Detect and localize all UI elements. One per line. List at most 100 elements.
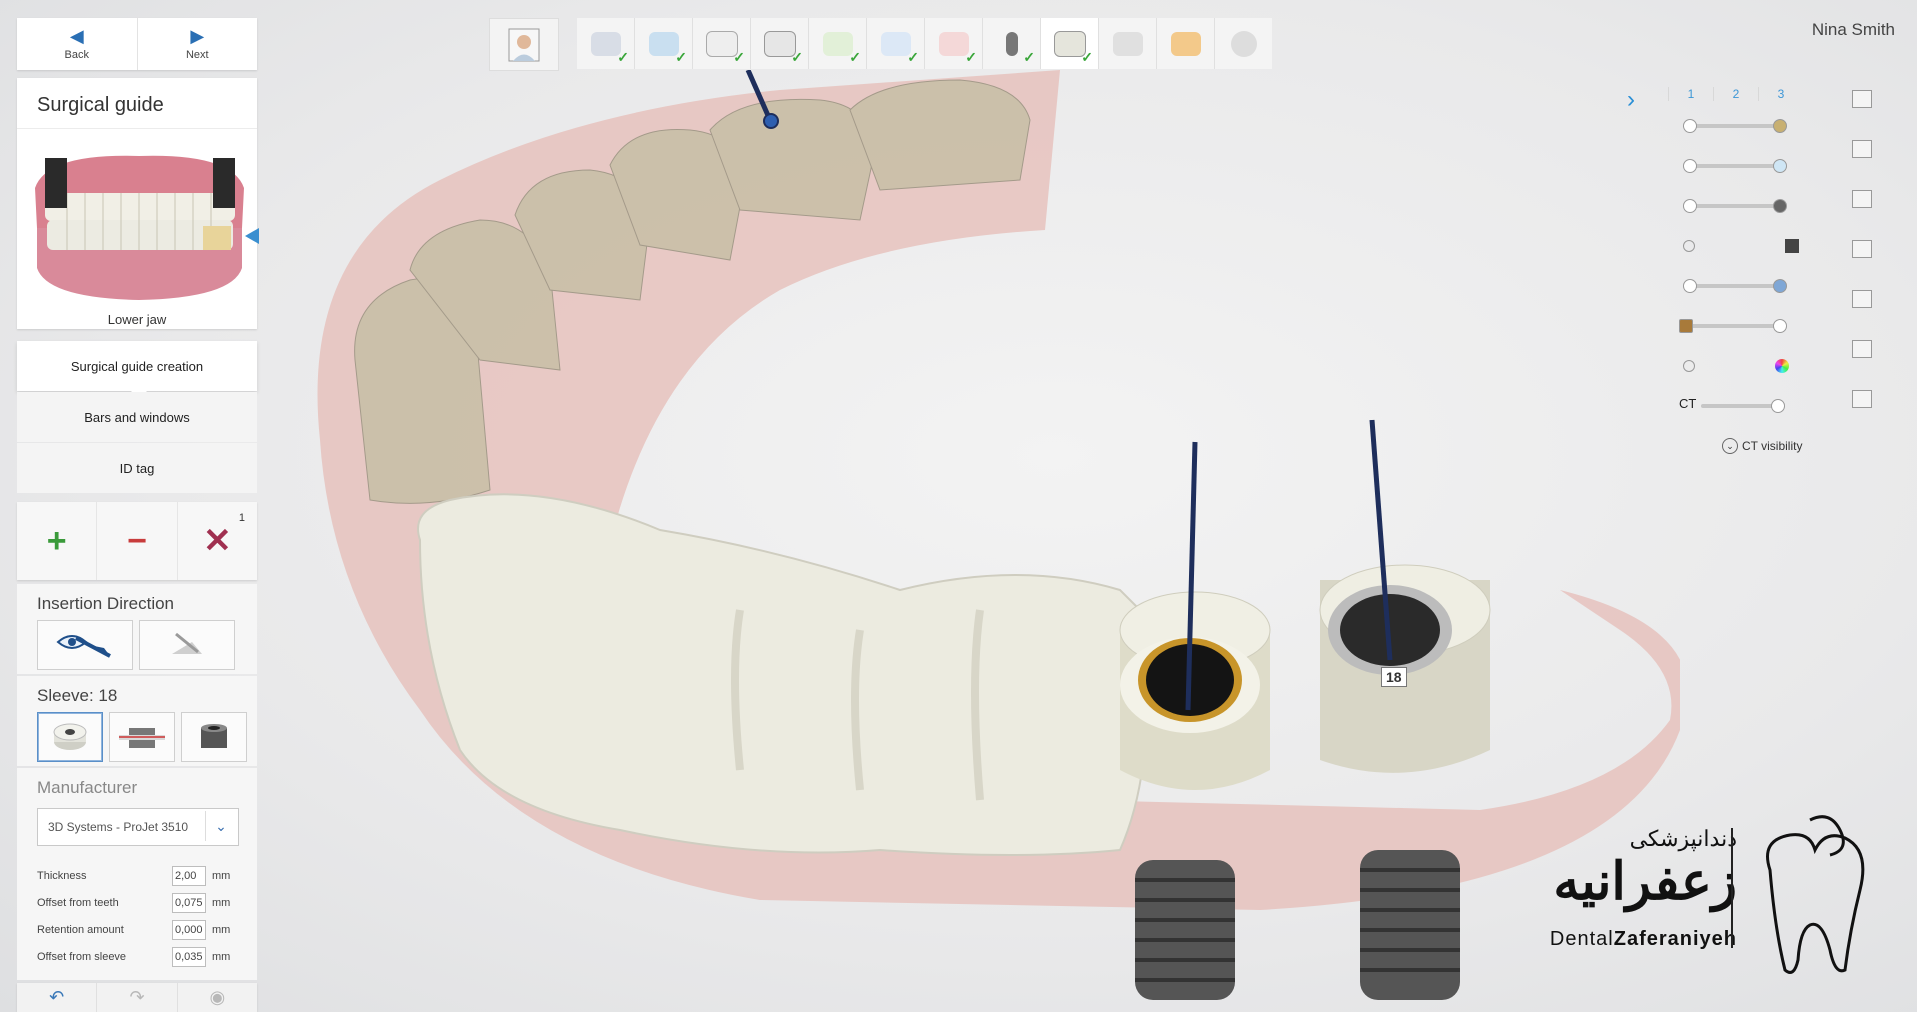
param-label: Thickness [37,869,87,882]
sleeve-title: Sleeve: 18 [37,686,118,705]
check-icon: ✓ [1023,49,1035,65]
ct-visibility-label: CT visibility [1742,439,1803,453]
manufacturer-select[interactable]: 3D Systems - ProJet 3510 ⌄ [37,808,239,846]
guide-tools: + − ✕ 1 [17,502,257,580]
insertion-direction-title: Insertion Direction [37,594,175,613]
param-unit: mm [212,950,231,963]
logo-divider [1731,828,1733,948]
manufacturer-value: 3D Systems - ProJet 3510 [48,820,189,834]
user-name[interactable]: Nina Smith [1812,20,1895,40]
cube-view-icon[interactable] [1852,290,1872,308]
undo-icon[interactable]: ↶ [17,983,96,1012]
chevron-down-icon: ⌄ [1722,438,1738,454]
param-row: Thickness 2,00 mm [17,862,257,889]
opacity-slider-implant[interactable] [1683,196,1787,216]
3d-viewport[interactable] [260,70,1680,1012]
align-icon [880,31,911,56]
step-id-tag[interactable]: ID tag [17,443,257,493]
export-icon [1112,31,1143,56]
cube-view-icon[interactable] [1852,240,1872,258]
cube-view-icon[interactable] [1852,90,1872,108]
workflow-toolbar: ✓ ✓ ✓ ✓ ✓ ✓ ✓ ✓ ✓ [577,18,1272,69]
workflow-step-scan[interactable]: ✓ [635,18,693,69]
sleeve-type-cylinder-button[interactable] [181,712,247,762]
manufacturer-section: Manufacturer 3D Systems - ProJet 3510 ⌄ … [17,768,257,980]
workflow-step-order[interactable]: ✓ [577,18,635,69]
remove-icon[interactable]: − [96,502,176,580]
implant-icon [1005,31,1018,56]
workflow-step-jaw[interactable]: ✓ [693,18,751,69]
patient-avatar[interactable] [489,18,559,71]
cube-view-icon[interactable] [1852,140,1872,158]
tab-3[interactable]: 3 [1758,87,1803,101]
watermark-logo: دندانپزشکی زعفرانیه DentalZaferaniyeh [1500,810,1900,980]
chevron-down-icon[interactable]: ⌄ [205,811,236,841]
opacity-slider-bone[interactable] [1679,316,1787,336]
eye-arrow-icon [56,635,111,658]
margin-icon [938,31,969,56]
tab-1[interactable]: 1 [1668,87,1713,101]
check-icon: ✓ [675,49,687,65]
avatar-icon [508,28,540,61]
workflow-step-disc[interactable] [1215,18,1272,69]
workflow-step-guide[interactable]: ✓ [1041,18,1099,69]
param-row: Offset from teeth 0,075 mm [17,889,257,916]
redo-icon[interactable]: ↷ [96,983,176,1012]
workflow-step-implant[interactable]: ✓ [983,18,1041,69]
workflow-step-arch[interactable]: ✓ [809,18,867,69]
sleeve-type-ring-button[interactable] [37,712,103,762]
jaw-selector-arrow-icon[interactable] [245,228,259,244]
eye-icon[interactable]: ◉ [176,983,257,1012]
sleeve-cylinder-icon [201,724,227,748]
delete-button[interactable]: ✕ 1 [176,502,257,580]
workflow-step-align[interactable]: ✓ [867,18,925,69]
ct-opacity-slider[interactable] [1683,396,1785,416]
pick-direction-button[interactable] [139,620,235,670]
workflow-step-model[interactable]: ✓ [751,18,809,69]
workflow-step-export[interactable] [1099,18,1157,69]
param-unit: mm [212,923,231,936]
users-icon [1170,31,1201,56]
offset-from-teeth-field[interactable]: 0,075 [172,892,206,913]
view-direction-button[interactable] [37,620,133,670]
chevron-right-icon[interactable]: › [1627,86,1635,114]
history-nav: ◀ Back ▶ Next [17,18,257,70]
thickness-field[interactable]: 2,00 [172,865,206,886]
tooth-logo-icon [1766,815,1865,974]
color-toggle[interactable] [1683,356,1789,376]
sleeve-type-flange-button[interactable] [109,712,175,762]
ct-visibility-toggle[interactable]: ⌄ CT visibility [1722,438,1802,454]
tab-2[interactable]: 2 [1713,87,1758,101]
param-label: Offset from sleeve [37,950,127,963]
step-surgical-guide-creation[interactable]: Surgical guide creation [17,341,257,399]
panel-title: Surgical guide [17,78,257,129]
next-button[interactable]: ▶ Next [136,18,258,70]
order-form-icon [590,31,621,56]
opacity-slider-teeth[interactable] [1683,116,1787,136]
param-unit: mm [212,869,231,882]
arrow-left-icon: ◀ [69,26,84,46]
param-unit: mm [212,896,231,909]
scan-icon [648,31,679,56]
cube-view-icon[interactable] [1852,340,1872,358]
cube-view-icon[interactable] [1852,190,1872,208]
logo-persian-small: دندانپزشکی [1629,826,1737,851]
jaw-label: Lower jaw [107,312,167,327]
sleeve-tag[interactable]: 18 [1381,667,1407,687]
retention-amount-field[interactable]: 0,000 [172,919,206,940]
opacity-slider-drill[interactable] [1683,276,1787,296]
opacity-slider-jaw[interactable] [1683,156,1787,176]
check-icon: ✓ [849,49,861,65]
insertion-direction-section: Insertion Direction [17,584,257,674]
step-bars-and-windows[interactable]: Bars and windows [17,392,257,442]
workflow-step-margin[interactable]: ✓ [925,18,983,69]
add-icon[interactable]: + [17,502,96,580]
next-label: Next [185,49,209,61]
offset-from-sleeve-field[interactable]: 0,035 [172,946,206,967]
opacity-slider-sleeve[interactable] [1683,236,1799,256]
workflow-step-send[interactable] [1157,18,1215,69]
cube-view-icon[interactable] [1852,390,1872,408]
jaw-preview-image[interactable] [27,148,252,308]
back-button[interactable]: ◀ Back [17,18,137,70]
check-icon: ✓ [965,49,977,65]
